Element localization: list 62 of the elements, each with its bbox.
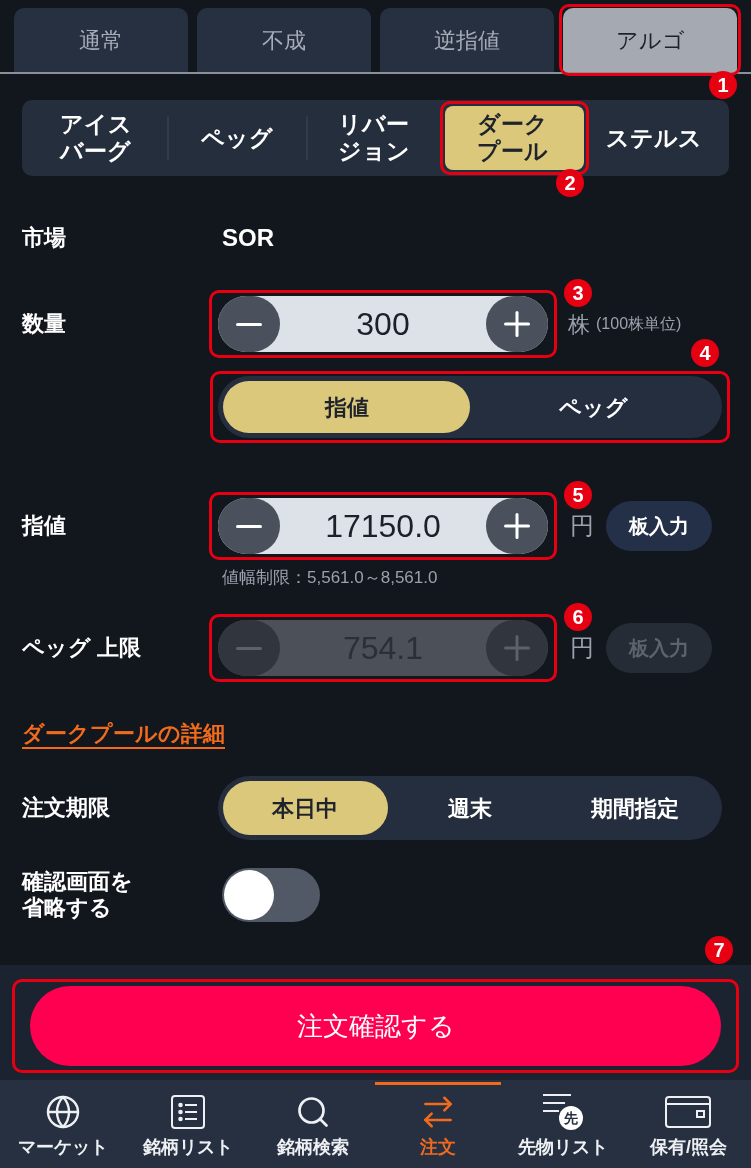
field-label: 市場 [22, 225, 66, 251]
callout-badge: 6 [564, 603, 592, 631]
nav-tab[interactable]: 銘柄リスト [125, 1080, 251, 1168]
expiry-option[interactable]: 期間指定 [552, 781, 717, 835]
order-type-tab[interactable]: 不成 [197, 8, 371, 72]
nav-tab[interactable]: 注文 [375, 1080, 501, 1168]
algo-tab[interactable]: ステルス [605, 124, 702, 152]
globe-icon [44, 1094, 81, 1130]
unit-note: (100株単位) [596, 314, 682, 334]
field-label: 注文期限 [22, 795, 110, 821]
stepper-value: 300 [356, 305, 410, 344]
minus-icon [236, 646, 262, 650]
nav-tab[interactable]: 保有/照会 [625, 1080, 751, 1168]
price-limit-note: 値幅制限：5,561.0～8,561.0 [222, 567, 438, 590]
callout-badge: 2 [556, 169, 584, 197]
algo-tab[interactable]: ペッグ [200, 124, 273, 152]
algo-tab[interactable]: アイスバーグ [60, 111, 135, 165]
field-label: 指値 [22, 513, 66, 539]
callout-badge: 4 [691, 339, 719, 367]
lines-icon [543, 1094, 572, 1112]
price-type-option[interactable]: ペッグ [470, 381, 717, 433]
field-label: 数量 [22, 311, 66, 337]
board-input-button[interactable]: 板入力 [606, 501, 712, 551]
order-type-tab[interactable]: 通常 [14, 8, 188, 72]
nav-tab[interactable]: マーケット [0, 1080, 126, 1168]
expiry-option[interactable]: 本日中 [223, 781, 388, 835]
order-type-tab[interactable]: アルゴ [563, 8, 737, 72]
list-icon [170, 1095, 205, 1129]
decrease-button[interactable] [218, 498, 280, 554]
minus-icon [236, 322, 262, 326]
callout-badge: 7 [705, 936, 733, 964]
field-label: ペッグ 上限 [22, 635, 142, 661]
unit-label: 円 [570, 511, 594, 541]
plus-icon [504, 635, 530, 661]
plus-icon [504, 311, 530, 337]
algo-tab[interactable]: リバージョン [338, 111, 413, 165]
minus-icon [236, 524, 262, 528]
increase-button[interactable] [486, 296, 548, 352]
market-value: SOR [222, 223, 274, 253]
callout-badge: 5 [564, 481, 592, 509]
callout-badge: 3 [564, 279, 592, 307]
expiry-option[interactable]: 週末 [387, 781, 553, 835]
quantity-input[interactable]: 300 [218, 296, 548, 352]
nav-tab[interactable]: 先 先物リスト [500, 1080, 626, 1168]
unit-label: 円 [570, 633, 594, 663]
futures-badge: 先 [559, 1106, 584, 1130]
price-type-option[interactable]: 指値 [223, 381, 470, 433]
wallet-icon [665, 1096, 712, 1128]
nav-tab[interactable]: 銘柄検索 [250, 1080, 376, 1168]
algo-tab[interactable]: ダークプール [445, 106, 584, 170]
price-input[interactable]: 17150.0 [218, 498, 548, 554]
stepper-value: 17150.0 [325, 507, 441, 546]
confirm-order-button[interactable]: 注文確認する [30, 986, 721, 1066]
increase-button[interactable] [486, 498, 548, 554]
details-link[interactable]: ダークプールの詳細 [22, 716, 225, 750]
unit-label: 株 [568, 310, 590, 339]
callout-badge: 1 [709, 71, 737, 99]
decrease-button[interactable] [218, 296, 280, 352]
toggle-switch[interactable] [222, 868, 320, 922]
plus-icon [504, 513, 530, 539]
field-label: 確認画面を省略する [22, 869, 134, 921]
order-type-tab[interactable]: 逆指値 [380, 8, 554, 72]
